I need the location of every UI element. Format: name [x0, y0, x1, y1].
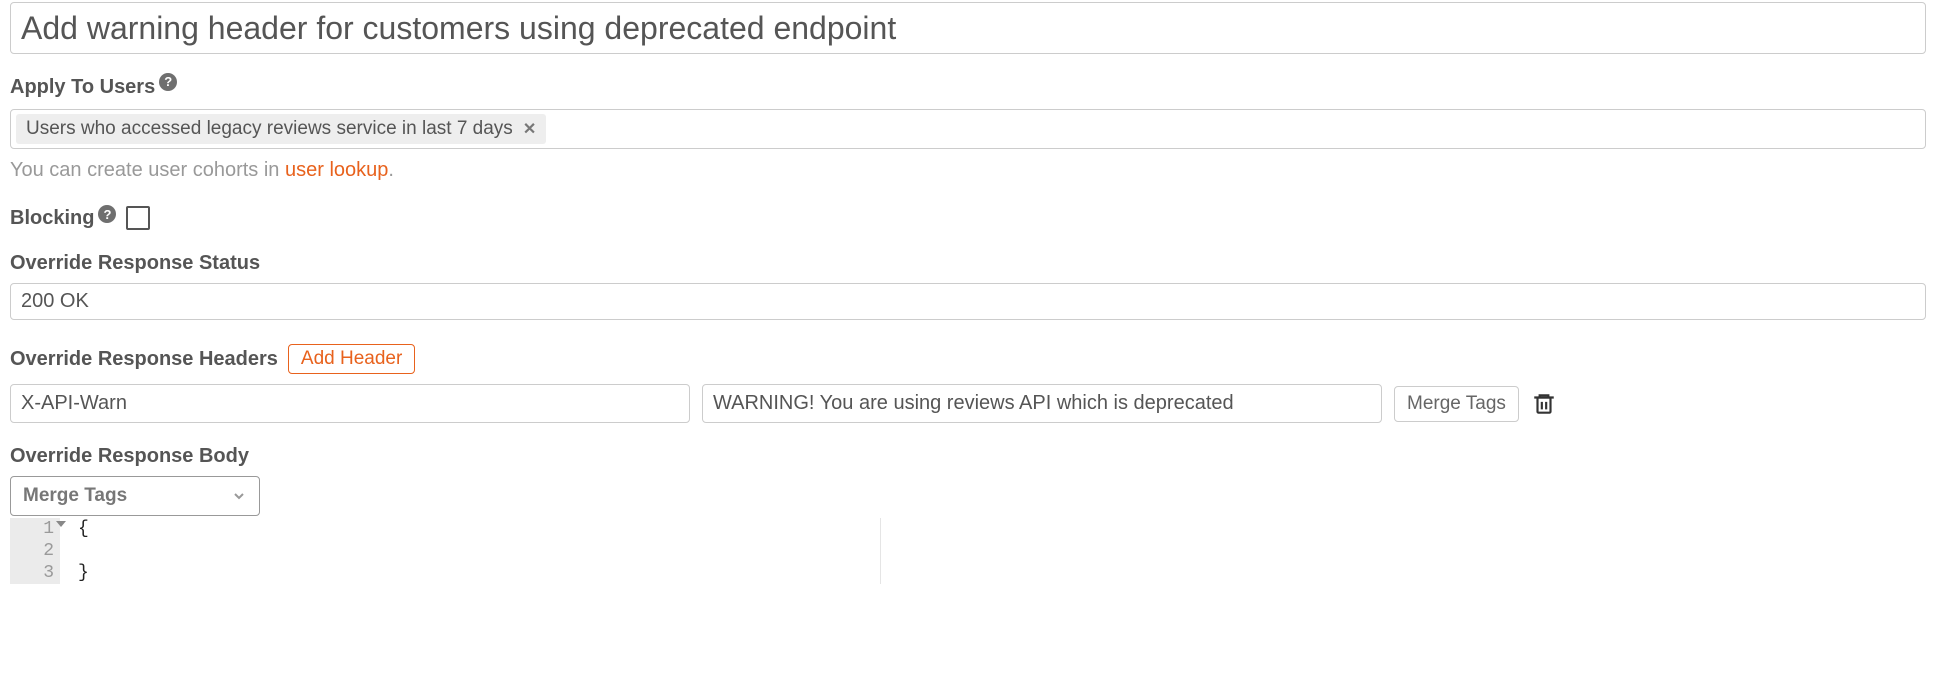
merge-tags-select[interactable]: Merge Tags: [10, 476, 260, 516]
remove-chip-icon[interactable]: ✕: [523, 119, 536, 139]
editor-gutter: 1 2 3: [10, 518, 60, 584]
override-status-label: Override Response Status: [10, 252, 260, 275]
blocking-label-text: Blocking: [10, 207, 94, 230]
help-icon[interactable]: ?: [98, 205, 116, 223]
header-value-input[interactable]: [702, 384, 1382, 423]
user-cohort-chip-text: Users who accessed legacy reviews servic…: [26, 118, 513, 140]
help-icon[interactable]: ?: [159, 73, 177, 91]
user-cohort-input[interactable]: Users who accessed legacy reviews servic…: [10, 109, 1926, 149]
code-line: }: [78, 562, 1926, 584]
user-lookup-link[interactable]: user lookup: [285, 159, 388, 181]
add-header-button[interactable]: Add Header: [288, 344, 415, 374]
override-body-label: Override Response Body: [10, 445, 249, 468]
code-line: {: [78, 518, 1926, 540]
merge-tags-select-text: Merge Tags: [23, 485, 127, 507]
blocking-checkbox[interactable]: [126, 206, 150, 230]
header-row: Merge Tags: [10, 384, 1926, 423]
line-number: 3: [43, 563, 54, 583]
apply-to-users-label: Apply To Users ?: [10, 76, 177, 99]
code-line: [78, 540, 1926, 562]
response-body-editor[interactable]: 1 2 3 { }: [10, 518, 1926, 584]
blocking-label: Blocking ?: [10, 207, 116, 230]
override-headers-label: Override Response Headers: [10, 348, 278, 371]
delete-header-icon[interactable]: [1531, 391, 1557, 417]
cohort-hint-prefix: You can create user cohorts in: [10, 159, 285, 181]
apply-to-users-label-text: Apply To Users: [10, 76, 155, 99]
editor-code[interactable]: { }: [60, 518, 1926, 584]
chevron-down-icon: [231, 488, 247, 504]
rule-title-input[interactable]: [10, 2, 1926, 54]
user-cohort-chip: Users who accessed legacy reviews servic…: [16, 114, 546, 144]
cohort-hint-suffix: .: [388, 159, 394, 181]
line-number: 1: [43, 519, 54, 539]
cohort-hint: You can create user cohorts in user look…: [10, 159, 1926, 182]
header-key-input[interactable]: [10, 384, 690, 423]
override-status-input[interactable]: [10, 283, 1926, 320]
line-number: 2: [43, 541, 54, 561]
merge-tags-button[interactable]: Merge Tags: [1394, 386, 1519, 422]
editor-ruler: [880, 518, 881, 584]
